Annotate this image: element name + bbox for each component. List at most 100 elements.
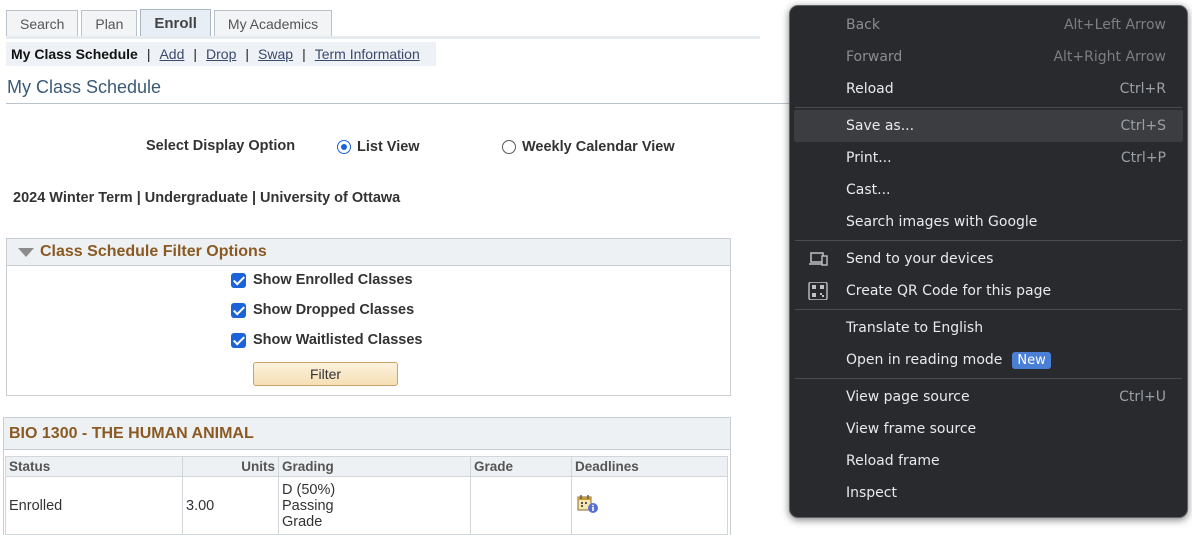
filter-options-header[interactable]: Class Schedule Filter Options [7,239,730,266]
menu-item-view-page-source[interactable]: View page source Ctrl+U [790,381,1187,413]
menu-item-save-as[interactable]: Save as... Ctrl+S [794,110,1183,142]
grading-line: D (50%) [282,481,336,498]
tab-enroll[interactable]: Enroll [140,9,211,37]
menu-item-label: Translate to English [846,320,984,336]
grading-line: Passing [282,497,334,514]
list-view-radio[interactable]: List View [337,139,420,155]
display-option-label: Select Display Option [146,138,296,154]
subnav-link-add[interactable]: Add [159,46,184,62]
menu-item-reload[interactable]: Reload Ctrl+R [790,73,1187,105]
checkbox-checked-icon[interactable] [231,332,246,348]
deadlines-cell [571,476,728,535]
menu-item-forward[interactable]: Forward Alt+Right Arrow [790,41,1187,73]
qr-code-icon [808,281,828,301]
menu-item-label: View page source [846,389,970,405]
devices-icon [808,250,828,268]
menu-item-label: Cast... [846,182,891,198]
show-dropped-label: Show Dropped Classes [253,302,415,318]
filter-options-panel: Class Schedule Filter Options Show Enrol… [6,238,731,396]
menu-item-send-to-devices[interactable]: Send to your devices [790,243,1187,275]
menu-shortcut: Ctrl+P [1120,150,1166,166]
grade-cell [470,476,572,535]
menu-divider [795,240,1182,241]
units-cell: 3.00 [182,476,279,535]
new-badge: New [1012,351,1051,369]
menu-divider [795,378,1182,379]
menu-item-label: Forward [846,49,903,65]
tab-plan[interactable]: Plan [81,10,138,37]
show-enrolled-checkbox[interactable]: Show Enrolled Classes [231,272,413,288]
menu-item-view-frame-source[interactable]: View frame source [790,413,1187,445]
menu-shortcut: Alt+Right Arrow [1053,49,1166,65]
show-waitlisted-checkbox[interactable]: Show Waitlisted Classes [231,332,422,348]
menu-divider [795,107,1182,108]
menu-item-label: View frame source [846,421,977,437]
course-table: Status Units Grading Grade Deadlines Enr… [5,456,728,535]
subnav-link-swap[interactable]: Swap [258,46,293,62]
grading-cell: D (50%) Passing Grade [278,476,471,535]
table-header-row: Status Units Grading Grade Deadlines [5,456,728,477]
menu-item-label: Reload [846,81,894,97]
menu-item-label: Search images with Google [846,214,1038,230]
menu-item-reload-frame[interactable]: Reload frame [790,445,1187,477]
subnav-separator: | [302,46,306,62]
menu-item-cast[interactable]: Cast... [790,174,1187,206]
menu-item-create-qr-code[interactable]: Create QR Code for this page [790,275,1187,307]
subnav-separator: | [245,46,250,62]
column-header-grading: Grading [278,456,471,477]
tabs-divider [6,36,760,39]
menu-shortcut: Ctrl+U [1119,389,1166,405]
filter-button[interactable]: Filter [253,362,398,386]
column-header-deadlines: Deadlines [571,456,728,477]
radio-unselected-icon[interactable] [502,140,516,154]
column-header-units: Units [182,456,279,477]
collapse-triangle-icon[interactable] [18,247,34,257]
status-cell: Enrolled [5,476,183,535]
main-tabs: Search Plan Enroll My Academics [6,9,335,37]
radio-selected-icon[interactable] [337,140,351,154]
menu-shortcut: Ctrl+R [1119,81,1166,97]
page-title: My Class Schedule [7,77,162,97]
show-dropped-checkbox[interactable]: Show Dropped Classes [231,302,414,318]
menu-shortcut: Alt+Left Arrow [1063,17,1166,33]
menu-item-inspect[interactable]: Inspect [790,477,1187,509]
column-header-status: Status [5,456,183,477]
menu-item-label: Inspect [846,485,897,501]
menu-item-reading-mode[interactable]: Open in reading mode New [790,344,1187,376]
tab-my-academics[interactable]: My Academics [213,10,333,37]
menu-item-label: Send to your devices [846,251,994,267]
subnav-separator: | [146,46,151,62]
filter-options-title: Class Schedule Filter Options [40,243,267,260]
calendar-info-icon[interactable] [577,494,599,514]
menu-item-label: Reload frame [846,453,940,469]
menu-item-search-images[interactable]: Search images with Google [790,206,1187,238]
tab-search[interactable]: Search [6,10,79,37]
course-title: BIO 1300 - THE HUMAN ANIMAL [4,418,730,450]
calendar-view-radio[interactable]: Weekly Calendar View [502,139,675,155]
menu-item-label: Print... [846,150,892,166]
list-view-label: List View [357,139,420,155]
table-row: Enrolled 3.00 D (50%) Passing Grade [5,476,728,535]
checkbox-checked-icon[interactable] [231,272,246,288]
show-waitlisted-label: Show Waitlisted Classes [253,332,423,348]
subnav-current: My Class Schedule [11,46,138,62]
menu-item-back[interactable]: Back Alt+Left Arrow [790,9,1187,41]
show-enrolled-label: Show Enrolled Classes [253,272,413,288]
menu-item-label: Save as... [846,118,915,134]
menu-item-label: Back [846,17,880,33]
menu-item-print[interactable]: Print... Ctrl+P [790,142,1187,174]
subnav-link-drop[interactable]: Drop [206,46,236,62]
menu-item-label: Open in reading mode [846,352,1003,368]
checkbox-checked-icon[interactable] [231,302,246,318]
title-divider [6,103,790,104]
menu-item-translate[interactable]: Translate to English [790,312,1187,344]
column-header-grade: Grade [470,456,572,477]
calendar-view-label: Weekly Calendar View [522,139,675,155]
sub-navigation: My Class Schedule | Add | Drop | Swap | … [6,42,436,66]
browser-context-menu: Back Alt+Left Arrow Forward Alt+Right Ar… [789,5,1188,518]
term-info: 2024 Winter Term | Undergraduate | Unive… [13,190,401,206]
menu-shortcut: Ctrl+S [1120,118,1166,134]
subnav-link-term-information[interactable]: Term Information [315,46,420,62]
menu-divider [795,309,1182,310]
course-panel: BIO 1300 - THE HUMAN ANIMAL Status Units… [3,417,731,535]
